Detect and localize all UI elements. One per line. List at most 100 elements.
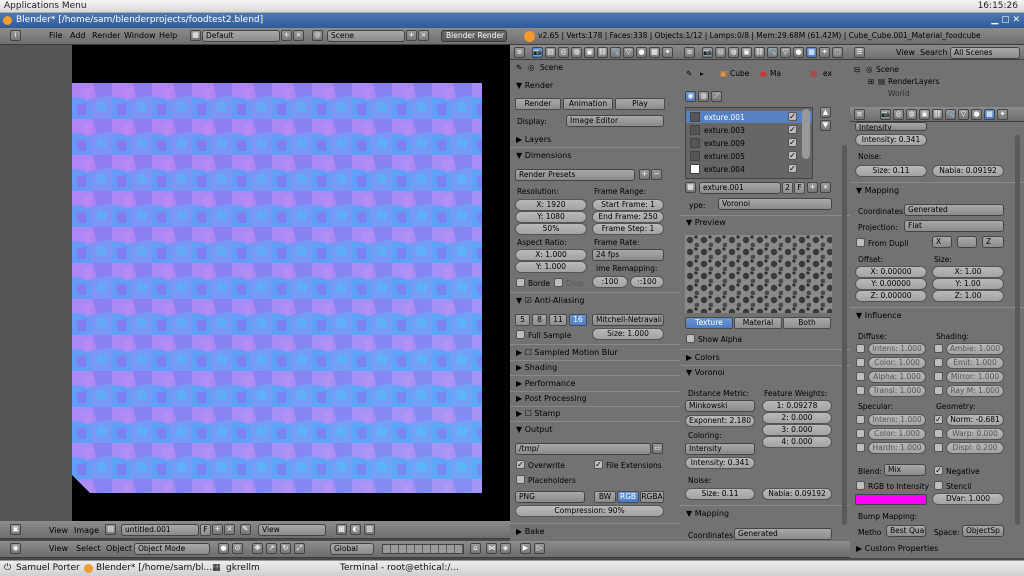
zbuffer-icon[interactable]: ▥	[364, 524, 375, 535]
menu-add[interactable]: Add	[70, 31, 86, 40]
bw-button[interactable]: BW	[594, 491, 616, 503]
offset-y[interactable]: Y: 0.00000	[855, 278, 927, 290]
colors-header[interactable]: ▶ Colors	[686, 353, 720, 362]
specular-intensity[interactable]: Intens: 1.000	[868, 414, 926, 426]
image-editor-type-icon[interactable]: ▣	[10, 524, 21, 535]
resolution-x[interactable]: X: 1920	[515, 199, 587, 211]
stamp-header[interactable]: ▶ ☐ Stamp	[516, 409, 560, 418]
new-image-icon[interactable]: +	[212, 524, 223, 535]
voronoi-header[interactable]: ▼ Voronoi	[686, 368, 725, 377]
window-controls[interactable]: ▁ ▢ ✕	[991, 15, 1020, 25]
image-browse-icon[interactable]: ▤	[105, 524, 116, 535]
render-tab-icon[interactable]: 📷	[532, 47, 543, 58]
rgb-button[interactable]: RGB	[617, 491, 639, 503]
blend-color-swatch[interactable]	[855, 494, 927, 505]
weight-1[interactable]: 1: 0.09278	[762, 400, 832, 412]
image-name-field[interactable]: untitled.001	[121, 524, 199, 536]
diffuse-translucency-checkbox[interactable]	[856, 386, 865, 395]
preview-texture-tab[interactable]: Texture	[685, 317, 733, 329]
layout-select[interactable]: Default	[202, 30, 280, 42]
render-tab-icon[interactable]: 📷	[880, 109, 891, 120]
material-textures-icon[interactable]: ◉	[685, 91, 696, 102]
add-scene-icon[interactable]: +	[406, 30, 417, 41]
weight-2[interactable]: 2: 0.000	[762, 412, 832, 424]
noise-size-slider[interactable]: Size: 0.11	[855, 165, 927, 177]
rgb-to-intensity-checkbox[interactable]	[856, 481, 865, 490]
overwrite-checkbox[interactable]: ✓	[516, 460, 525, 469]
end-frame[interactable]: End Frame: 250	[592, 211, 664, 223]
object-tab-icon[interactable]: ▣	[584, 47, 595, 58]
texture-tab-icon[interactable]: ▦	[806, 47, 817, 58]
scene-tab-icon[interactable]: ◎	[558, 47, 569, 58]
diffuse-color-checkbox[interactable]	[856, 358, 865, 367]
taskbar-gkrellm[interactable]: gkrellm	[226, 563, 260, 573]
list-item[interactable]: exture.009	[704, 139, 745, 148]
view3d-object-menu[interactable]: Object	[106, 544, 132, 553]
constraints-tab-icon[interactable]: ⛓	[597, 47, 608, 58]
outliner-view-menu[interactable]: View	[896, 48, 915, 57]
coordinates-select[interactable]: Generated	[734, 528, 832, 540]
world-tab-icon[interactable]: ◍	[906, 109, 917, 120]
remove-layout-icon[interactable]: ×	[293, 30, 304, 41]
displace[interactable]: Displ: 0.200	[946, 442, 1004, 454]
aa-section-header[interactable]: ▼ ☑ Anti-Aliasing	[516, 296, 584, 305]
display-mode-select[interactable]: All Scenes	[950, 47, 1020, 59]
slot-enable-checkbox[interactable]: ✓	[788, 125, 797, 134]
users-count[interactable]: 2	[782, 182, 793, 194]
material-tab-icon[interactable]: ●	[971, 109, 982, 120]
list-item[interactable]: exture.003	[704, 126, 745, 135]
animation-button[interactable]: Animation	[563, 98, 613, 110]
offset-x[interactable]: X: 0.00000	[855, 266, 927, 278]
taskbar-user[interactable]: Samuel Porter	[16, 563, 80, 573]
mapping-header[interactable]: ▼ Mapping	[856, 186, 899, 195]
coloring-select[interactable]: Intensity	[685, 443, 755, 455]
new-texture-icon[interactable]: +	[807, 182, 818, 193]
panel-scrollbar[interactable]	[1015, 135, 1020, 525]
pivot-icon[interactable]: ⊙	[232, 543, 243, 554]
bump-method-select[interactable]: Best Qual	[886, 525, 926, 537]
pin-icon[interactable]: ✎	[686, 69, 692, 78]
output-header[interactable]: ▼ Output	[516, 425, 553, 434]
pin-icon[interactable]: ✎	[240, 524, 251, 535]
layout-icon[interactable]: ▦	[190, 30, 201, 41]
start-frame[interactable]: Start Frame: 1	[592, 199, 664, 211]
performance-header[interactable]: ▶ Performance	[516, 379, 575, 388]
resolution-y[interactable]: Y: 1080	[515, 211, 587, 223]
editor-type-icon[interactable]: i	[10, 30, 21, 41]
slot-enable-checkbox[interactable]: ✓	[788, 151, 797, 160]
render-layers-tab-icon[interactable]: ▤	[545, 47, 556, 58]
frame-step[interactable]: Frame Step: 1	[592, 223, 664, 235]
pin-icon[interactable]: ✎	[516, 63, 522, 72]
diffuse-intensity[interactable]: Intens: 1.000	[868, 343, 926, 355]
modifiers-tab-icon[interactable]: 🔧	[767, 47, 778, 58]
size-y[interactable]: Y: 1.00	[932, 278, 1004, 290]
scene-tab-icon[interactable]: ◎	[715, 47, 726, 58]
map-z-select[interactable]: Z	[982, 236, 1004, 248]
layers-section-header[interactable]: ▶ Layers	[516, 135, 551, 144]
panel-scrollbar[interactable]	[842, 145, 847, 525]
displace-checkbox[interactable]	[934, 443, 943, 452]
remove-preset-icon[interactable]: −	[651, 169, 662, 180]
texture-tab-icon[interactable]: ▦	[984, 109, 995, 120]
preview-both-tab[interactable]: Both	[783, 317, 831, 329]
translate-icon[interactable]: ↗	[266, 543, 277, 554]
particles-tab-icon[interactable]: ✦	[662, 47, 673, 58]
specular-intensity-checkbox[interactable]	[856, 415, 865, 424]
diffuse-alpha[interactable]: Alpha: 1.000	[868, 371, 926, 383]
modifiers-tab-icon[interactable]: 🔧	[610, 47, 621, 58]
constraints-tab-icon[interactable]: ⛓	[932, 109, 943, 120]
brush-textures-icon[interactable]: ⟋	[711, 91, 722, 102]
nabla-slider[interactable]: Nabla: 0.09192	[762, 488, 832, 500]
texture-tab-icon[interactable]: ▦	[649, 47, 660, 58]
render-anim-icon[interactable]: ▷	[534, 543, 545, 554]
layer-buttons[interactable]	[382, 544, 464, 554]
coordinates-select[interactable]: Generated	[904, 204, 1004, 216]
aa-5-button[interactable]: 5	[515, 314, 530, 326]
dvar-slider[interactable]: DVar: 1.000	[932, 493, 1004, 505]
object-tab-icon[interactable]: ▣	[741, 47, 752, 58]
rotate-icon[interactable]: ↻	[280, 543, 291, 554]
distance-metric-select[interactable]: Minkowski	[685, 400, 755, 412]
world-tab-icon[interactable]: ◍	[728, 47, 739, 58]
rgba-button[interactable]: RGBA	[640, 491, 664, 503]
scene-icon[interactable]: ◎	[312, 30, 323, 41]
